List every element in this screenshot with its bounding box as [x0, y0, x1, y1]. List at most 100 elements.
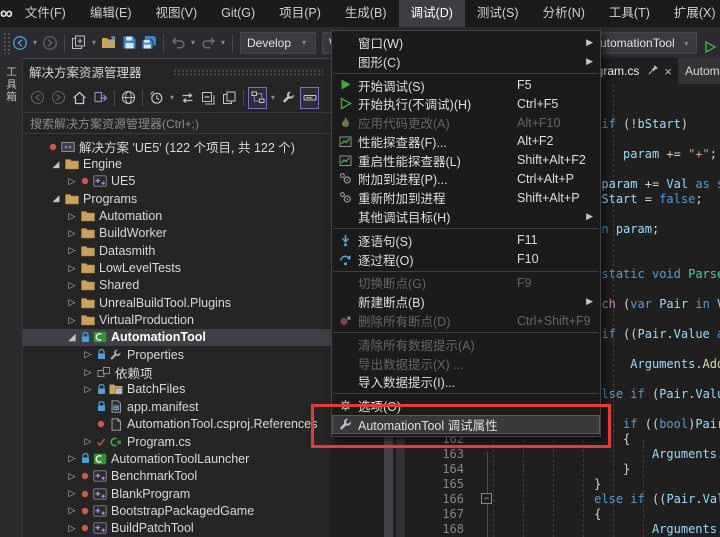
collapsed-arrow-icon[interactable]: ▷	[65, 263, 79, 274]
globe-icon[interactable]	[119, 87, 138, 109]
menubar-item-debug[interactable]: 调试(D)	[399, 0, 465, 27]
collapsed-arrow-icon[interactable]: ▷	[65, 453, 79, 464]
tree-item-lowleveltests[interactable]: ▷LowLevelTests	[23, 259, 331, 276]
tree-item-buildpatchtool[interactable]: ▷BuildPatchTool	[23, 520, 331, 537]
tree-item-blankprogram[interactable]: ▷BlankProgram	[23, 485, 331, 502]
start-without-debugging-icon[interactable]	[700, 35, 720, 59]
tree-item-buildworker[interactable]: ▷BuildWorker	[23, 225, 331, 242]
menu-item-w[interactable]: 窗口(W)▶	[332, 33, 600, 52]
tree-item-bootstrappackagedgame[interactable]: ▷BootstrapPackagedGame	[23, 502, 331, 519]
nav-forward-icon[interactable]	[49, 87, 68, 109]
save-icon[interactable]	[119, 31, 139, 55]
undo-icon[interactable]	[168, 31, 188, 55]
collapsed-arrow-icon[interactable]: ▷	[81, 367, 95, 378]
collapsed-arrow-icon[interactable]: ▷	[65, 523, 79, 534]
sync-icon[interactable]	[178, 87, 197, 109]
menubar-item-file[interactable]: 文件(F)	[13, 0, 78, 27]
collapsed-arrow-icon[interactable]: ▷	[65, 280, 79, 291]
tree-item-item[interactable]: ▷依赖项	[23, 363, 331, 380]
menu-item-o[interactable]: 逐过程(O)F10	[332, 250, 600, 269]
chevron-down-icon[interactable]: ▾	[89, 38, 99, 47]
tree-item-app-manifest[interactable]: app.manifest	[23, 398, 331, 415]
redo-icon[interactable]	[198, 31, 218, 55]
copy-docs-icon[interactable]	[220, 87, 239, 109]
editor-tab-automationtool[interactable]: Autom	[679, 58, 720, 84]
menubar-item-build[interactable]: 生成(B)	[333, 0, 399, 27]
tree-item-unrealbuildtool-plugins[interactable]: ▷UnrealBuildTool.Plugins	[23, 294, 331, 311]
menu-item-item[interactable]: 重新附加到进程Shift+Alt+P	[332, 188, 600, 207]
menubar-item-git[interactable]: Git(G)	[209, 0, 267, 27]
solution-explorer-search[interactable]: 搜索解决方案资源管理器(Ctrl+;)	[23, 112, 331, 134]
solution-configuration-dropdown[interactable]: Develop ▾	[240, 32, 316, 54]
navigate-back-icon[interactable]	[10, 31, 30, 55]
tree-item-benchmarktool[interactable]: ▷BenchmarkTool	[23, 468, 331, 485]
new-project-icon[interactable]	[69, 31, 89, 55]
collapsed-arrow-icon[interactable]: ▷	[81, 436, 95, 447]
properties-wrench-icon[interactable]	[279, 87, 298, 109]
toolbar-grip[interactable]	[3, 32, 10, 54]
collapsed-arrow-icon[interactable]: ▷	[65, 228, 79, 239]
collapsed-arrow-icon[interactable]: ▷	[65, 211, 79, 222]
menu-item-h[interactable]: 开始执行(不调试)(H)Ctrl+F5	[332, 94, 600, 113]
tree-item-automationtool[interactable]: ◢AutomationTool	[23, 329, 331, 346]
collapsed-arrow-icon[interactable]: ▷	[81, 384, 95, 395]
collapsed-arrow-icon[interactable]: ▷	[65, 245, 79, 256]
expanded-arrow-icon[interactable]: ◢	[49, 159, 63, 170]
docked-tab-toolbox[interactable]: 工具箱	[4, 66, 19, 104]
preview-toggle-icon[interactable]	[300, 87, 319, 109]
tree-item-automationtool-csproj-references[interactable]: AutomationTool.csproj.References	[23, 416, 331, 433]
tree-item-virtualproduction[interactable]: ▷VirtualProduction	[23, 311, 331, 328]
menubar-item-edit[interactable]: 编辑(E)	[78, 0, 144, 27]
tree-item-engine[interactable]: ◢Engine	[23, 155, 331, 172]
menubar-item-tools[interactable]: 工具(T)	[597, 0, 662, 27]
menubar-item-project[interactable]: 项目(P)	[267, 0, 333, 27]
open-folder-icon[interactable]	[99, 31, 119, 55]
menu-item-p[interactable]: 附加到进程(P)...Ctrl+Alt+P	[332, 170, 600, 189]
code-fold-icon[interactable]: −	[481, 493, 492, 504]
collapsed-arrow-icon[interactable]: ▷	[65, 488, 79, 499]
menu-item-h[interactable]: 其他调试目标(H)▶	[332, 207, 600, 226]
pin-icon[interactable]	[648, 64, 659, 78]
tree-item-batchfiles[interactable]: ▷BatchFiles	[23, 381, 331, 398]
panel-drag-grip[interactable]	[173, 69, 323, 76]
tree-item-ue5[interactable]: ▷UE5	[23, 173, 331, 190]
menu-item-l[interactable]: 重启性能探查器(L)Shift+Alt+F2	[332, 151, 600, 170]
tree-item-shared[interactable]: ▷Shared	[23, 277, 331, 294]
menubar-item-extensions[interactable]: 扩展(X)	[662, 0, 720, 27]
menu-item-b[interactable]: 新建断点(B)▶	[332, 292, 600, 311]
menu-item-c[interactable]: 图形(C)▶	[332, 52, 600, 71]
navigate-forward-icon[interactable]	[40, 31, 60, 55]
collapse-all-icon[interactable]	[199, 87, 218, 109]
expanded-arrow-icon[interactable]: ◢	[65, 332, 79, 343]
expanded-arrow-icon[interactable]: ◢	[49, 193, 63, 204]
chevron-down-icon[interactable]: ▾	[218, 38, 228, 47]
collapsed-arrow-icon[interactable]: ▷	[65, 471, 79, 482]
menu-item-i[interactable]: 导入数据提示(I)...	[332, 373, 600, 392]
save-all-icon[interactable]	[139, 31, 159, 55]
collapsed-arrow-icon[interactable]: ▷	[81, 349, 95, 360]
menubar-item-view[interactable]: 视图(V)	[143, 0, 209, 27]
home-icon[interactable]	[70, 87, 89, 109]
chevron-down-icon[interactable]: ▾	[188, 38, 198, 47]
tree-item-automation[interactable]: ▷Automation	[23, 207, 331, 224]
menubar-item-analyze[interactable]: 分析(N)	[531, 0, 597, 27]
tree-item-programs[interactable]: ◢Programs	[23, 190, 331, 207]
menubar-item-test[interactable]: 测试(S)	[465, 0, 531, 27]
chevron-down-icon[interactable]: ▾	[30, 38, 40, 47]
tree-item-automationtoollauncher[interactable]: ▷AutomationToolLauncher	[23, 450, 331, 467]
chevron-down-icon[interactable]: ▾	[268, 93, 278, 102]
menu-item-s[interactable]: 逐语句(S)F11	[332, 231, 600, 250]
collapsed-arrow-icon[interactable]: ▷	[65, 505, 79, 516]
layout-toggle-icon[interactable]	[248, 87, 267, 109]
menu-item-s[interactable]: 开始调试(S)F5	[332, 76, 600, 95]
chevron-down-icon[interactable]: ▾	[167, 93, 177, 102]
tree-item-properties[interactable]: ▷Properties	[23, 346, 331, 363]
close-icon[interactable]: ×	[664, 64, 672, 79]
menu-item-f[interactable]: 性能探查器(F)...Alt+F2	[332, 132, 600, 151]
tree-item-datasmith[interactable]: ▷Datasmith	[23, 242, 331, 259]
pending-changes-filter-icon[interactable]	[147, 87, 166, 109]
tree-item-ue5-122-122[interactable]: 解决方案 'UE5' (122 个项目, 共 122 个)	[23, 138, 331, 155]
collapsed-arrow-icon[interactable]: ▷	[65, 315, 79, 326]
sync-with-active-document-icon[interactable]	[91, 87, 110, 109]
tree-item-program-cs[interactable]: ▷Program.cs	[23, 433, 331, 450]
